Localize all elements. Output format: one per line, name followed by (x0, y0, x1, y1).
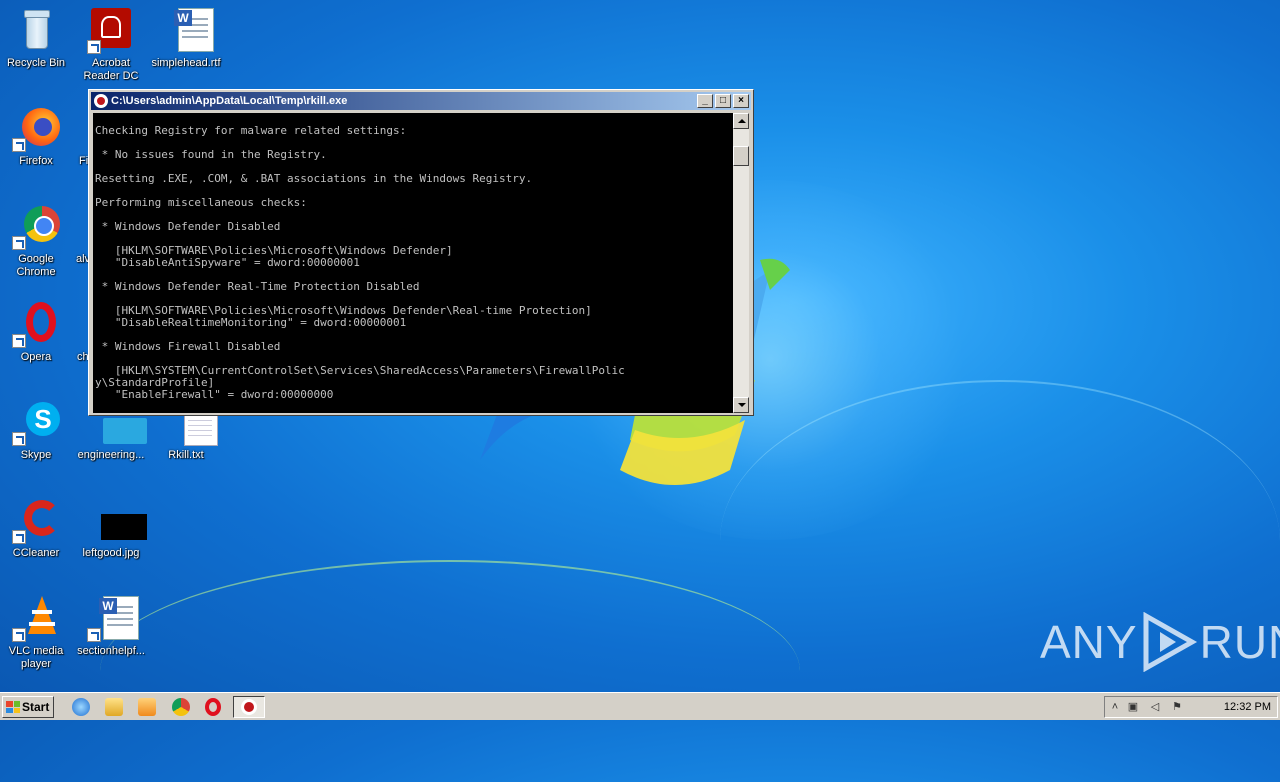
vlc-icon (12, 594, 60, 642)
window-title: C:\Users\admin\AppData\Local\Temp\rkill.… (111, 95, 348, 107)
wallpaper-light-streak (100, 560, 800, 782)
recycle-bin-icon (12, 6, 60, 54)
vertical-scrollbar[interactable] (733, 113, 749, 413)
chrome-icon[interactable] (172, 698, 190, 716)
start-button[interactable]: Start (2, 696, 54, 718)
desktop-icon-leftgood[interactable]: leftgood.jpg (73, 496, 149, 560)
console-output[interactable]: Checking Registry for malware related se… (93, 113, 733, 413)
scroll-thumb[interactable] (733, 146, 749, 166)
taskbar-item-rkill[interactable] (233, 696, 265, 718)
watermark-right-text: RUN (1199, 616, 1280, 668)
chrome-icon (12, 202, 60, 250)
shortcut-arrow-icon (12, 628, 26, 642)
anyrun-watermark: ANY RUN (1040, 612, 1280, 672)
desktop-icon-label: simplehead.rtf (151, 57, 221, 69)
desktop-icon-chrome[interactable]: Google Chrome (0, 202, 74, 279)
desktop-icon-label: Recycle Bin (6, 57, 66, 69)
console-text: Checking Registry for malware related se… (95, 124, 625, 401)
scroll-up-button[interactable] (733, 113, 749, 129)
volume-icon[interactable]: ◁ (1149, 701, 1161, 713)
rkill-console-window[interactable]: C:\Users\admin\AppData\Local\Temp\rkill.… (88, 89, 754, 416)
desktop-icon-recycle-bin[interactable]: Recycle Bin (0, 6, 74, 70)
ie-icon[interactable] (72, 698, 90, 716)
desktop-icon-label: Acrobat Reader DC (83, 57, 139, 82)
media-player-icon[interactable] (138, 698, 156, 716)
desktop-icon-ccleaner[interactable]: CCleaner (0, 496, 74, 560)
maximize-button[interactable]: □ (715, 94, 731, 108)
desktop-icon-opera[interactable]: Opera (0, 300, 74, 364)
windows-logo-icon (6, 701, 20, 713)
opera-icon[interactable] (205, 698, 221, 716)
play-logo-icon (1143, 612, 1197, 672)
window-controls: _ □ × (697, 94, 749, 108)
word-doc-icon: W (87, 594, 139, 642)
opera-icon (12, 300, 60, 348)
desktop-icon-label: Firefox (19, 155, 53, 167)
show-hidden-icons-icon[interactable]: ˄ (1109, 701, 1121, 713)
firefox-icon (12, 104, 60, 152)
explorer-icon[interactable] (105, 698, 123, 716)
desktop-icon-label: CCleaner (12, 547, 60, 559)
desktop-icon-simplehead[interactable]: W simplehead.rtf (148, 6, 224, 70)
rkill-icon (94, 94, 108, 108)
start-label: Start (22, 700, 50, 714)
desktop-icon-acrobat[interactable]: Acrobat Reader DC (73, 6, 149, 83)
clock[interactable]: 12:32 PM (1224, 701, 1271, 713)
desktop-icon-label: Skype (20, 449, 52, 461)
desktop-icon-label: VLC media player (8, 645, 64, 670)
shortcut-arrow-icon (12, 432, 26, 446)
shortcut-arrow-icon (12, 334, 26, 348)
desktop-icon-label: engineering... (77, 449, 145, 461)
desktop-icon-label: Rkill.txt (168, 449, 204, 461)
desktop-icon-firefox[interactable]: Firefox (0, 104, 74, 168)
skype-icon: S (12, 398, 60, 446)
taskbar: Start ˄ ▣ ◁ ⚑ 12:32 PM (0, 692, 1280, 720)
word-doc-icon: W (162, 6, 214, 54)
desktop-icon-label: Opera (20, 351, 52, 363)
acrobat-icon (87, 6, 135, 54)
desktop-icon-label: sectionhelpf... (77, 645, 145, 657)
desktop-icon-label: leftgood.jpg (82, 547, 140, 559)
shortcut-arrow-icon (12, 530, 26, 544)
desktop-icon-label: Google Chrome (16, 253, 56, 278)
watermark-left-text: ANY (1040, 616, 1138, 668)
minimize-button[interactable]: _ (697, 94, 713, 108)
window-titlebar[interactable]: C:\Users\admin\AppData\Local\Temp\rkill.… (91, 92, 751, 110)
desktop-icon-skype[interactable]: S Skype (0, 398, 74, 462)
ccleaner-icon (12, 496, 60, 544)
shortcut-arrow-icon (12, 138, 26, 152)
rkill-icon (241, 699, 257, 715)
close-button[interactable]: × (733, 94, 749, 108)
shortcut-arrow-icon (87, 40, 101, 54)
shortcut-arrow-icon (87, 628, 101, 642)
desktop-icon-vlc[interactable]: VLC media player (0, 594, 74, 671)
network-icon[interactable]: ▣ (1127, 701, 1139, 713)
system-tray: ˄ ▣ ◁ ⚑ 12:32 PM (1104, 696, 1278, 718)
image-file-icon (87, 496, 147, 544)
scroll-down-button[interactable] (733, 397, 749, 413)
action-center-flag-icon[interactable]: ⚑ (1171, 701, 1183, 713)
shortcut-arrow-icon (12, 236, 26, 250)
desktop-icon-sectionhelp[interactable]: W sectionhelpf... (73, 594, 149, 658)
